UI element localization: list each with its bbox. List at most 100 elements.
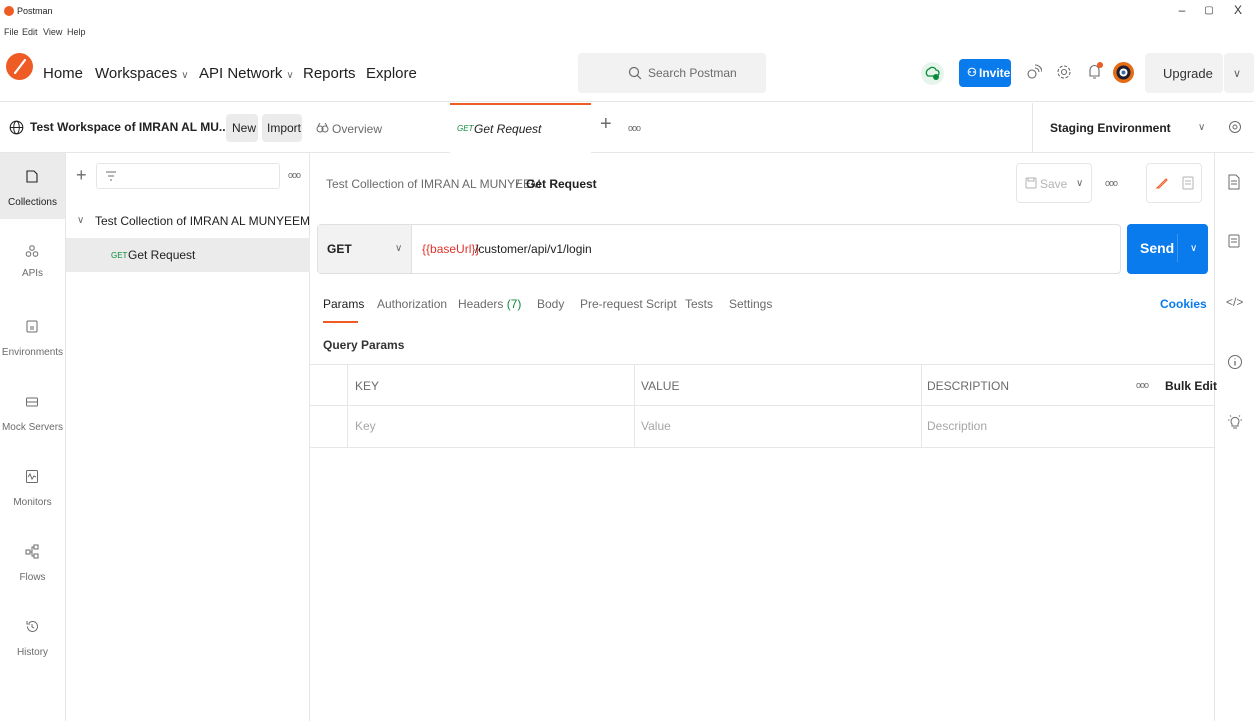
nav-workspaces[interactable]: Workspaces ∨: [95, 65, 189, 82]
breadcrumb: Test Collection of IMRAN AL MUNYEEM / Ge…: [310, 153, 1214, 214]
environment-quick-look-icon[interactable]: [1228, 120, 1242, 134]
tab-authorization[interactable]: Authorization: [377, 297, 447, 311]
url-variable: {{baseUrl}}: [422, 242, 480, 256]
satellite-icon[interactable]: [1026, 63, 1042, 81]
tab-label: Get Request: [474, 122, 542, 136]
rail-label-apis: APIs: [21, 268, 44, 279]
menu-view[interactable]: View: [43, 27, 62, 37]
info-icon[interactable]: [1227, 354, 1243, 370]
notifications-bell-icon[interactable]: [1086, 61, 1104, 81]
url-input[interactable]: {{baseUrl}} /customer/api/v1/login: [413, 225, 1119, 273]
menu-file[interactable]: File: [4, 27, 19, 37]
request-name: Get Request: [128, 248, 196, 262]
chevron-down-icon: ∨: [1233, 68, 1242, 80]
monitors-icon: [25, 469, 39, 484]
settings-gear-icon[interactable]: [1056, 63, 1072, 81]
value-input[interactable]: Value: [634, 406, 921, 448]
rail-label-flows: Flows: [19, 572, 46, 583]
table-header-key: KEY: [347, 364, 634, 406]
sync-status-icon[interactable]: [921, 62, 944, 85]
lightbulb-icon[interactable]: [1227, 414, 1243, 431]
nav-workspaces-label: Workspaces: [95, 65, 178, 82]
column-options-icon[interactable]: ooo: [1136, 380, 1149, 390]
more-options-icon[interactable]: ooo: [288, 170, 301, 180]
breadcrumb-request[interactable]: Get Request: [526, 177, 597, 191]
tab-pre-request-script[interactable]: Pre-request Script: [580, 297, 677, 311]
active-tab-indicator: [323, 321, 358, 323]
apis-icon: [25, 244, 39, 259]
table-header-value: VALUE: [634, 364, 921, 406]
upgrade-button[interactable]: Upgrade: [1145, 53, 1223, 93]
request-options-icon[interactable]: ooo: [1105, 178, 1118, 188]
code-icon[interactable]: </>: [1226, 295, 1243, 309]
flows-icon: [25, 544, 39, 559]
tab-settings[interactable]: Settings: [729, 297, 772, 311]
workspace-name[interactable]: Test Workspace of IMRAN AL MU...: [30, 120, 229, 134]
request-item[interactable]: GET Get Request: [66, 238, 310, 272]
search-placeholder: Search Postman: [648, 66, 737, 80]
documentation-icon[interactable]: [1228, 174, 1240, 190]
postman-logo-icon[interactable]: [6, 53, 33, 80]
upgrade-menu-button[interactable]: ∨: [1224, 53, 1254, 93]
send-button[interactable]: Send ∨: [1127, 224, 1208, 274]
nav-api-network[interactable]: API Network ∨: [199, 65, 294, 82]
column-key: KEY: [355, 379, 380, 393]
search-input[interactable]: Search Postman: [578, 53, 766, 93]
rail-item-history[interactable]: History: [0, 603, 65, 669]
tab-get-request[interactable]: GET Get Request: [450, 103, 591, 153]
close-button[interactable]: X: [1228, 3, 1248, 17]
tab-params[interactable]: Params: [323, 297, 364, 311]
environment-select[interactable]: Staging Environment ∨: [1032, 103, 1214, 153]
comments-icon[interactable]: [1228, 234, 1240, 248]
minimize-button[interactable]: –: [1172, 3, 1192, 17]
tab-options-icon[interactable]: ooo: [628, 123, 641, 133]
save-button[interactable]: Save ∨: [1016, 163, 1092, 203]
description-input[interactable]: Description: [921, 406, 1214, 448]
new-tab-button[interactable]: +: [600, 113, 612, 136]
invite-button[interactable]: ⚇ Invite: [959, 59, 1011, 87]
rail-label-mock-servers: Mock Servers: [1, 422, 64, 433]
app-title: Postman: [17, 6, 53, 16]
rail-item-collections[interactable]: Collections: [0, 153, 65, 219]
view-mode-toggle: [1146, 163, 1202, 203]
avatar[interactable]: [1113, 62, 1134, 83]
key-placeholder: Key: [355, 419, 376, 433]
environments-icon: [25, 319, 39, 334]
send-label: Send: [1140, 240, 1175, 256]
rail-item-apis[interactable]: APIs: [0, 228, 65, 294]
new-label: New: [232, 121, 257, 135]
chevron-down-icon[interactable]: ∨: [1190, 243, 1197, 254]
table-header-description: DESCRIPTION ooo Bulk Edit: [921, 364, 1217, 406]
cookies-link[interactable]: Cookies: [1160, 297, 1207, 311]
chevron-down-icon: ∨: [1076, 178, 1084, 189]
rail-item-flows[interactable]: Flows: [0, 528, 65, 594]
chevron-down-icon: ∨: [286, 70, 294, 81]
menu-edit[interactable]: Edit: [22, 27, 38, 37]
rail-item-environments[interactable]: Environments: [0, 303, 65, 369]
nav-home[interactable]: Home: [43, 65, 83, 82]
tab-headers[interactable]: Headers (7): [458, 297, 521, 311]
method-select[interactable]: GET ∨: [318, 225, 412, 273]
nav-reports[interactable]: Reports: [303, 65, 356, 82]
menu-help[interactable]: Help: [67, 27, 86, 37]
collections-filter-input[interactable]: [96, 163, 280, 189]
new-button[interactable]: New: [226, 114, 258, 142]
add-collection-button[interactable]: +: [76, 165, 87, 186]
invite-label: Invite: [979, 66, 1011, 80]
method-badge: GET: [111, 251, 128, 260]
key-input[interactable]: Key: [347, 406, 634, 448]
right-rail: </>: [1214, 153, 1254, 721]
upgrade-label: Upgrade: [1163, 66, 1213, 81]
build-mode-button[interactable]: [1147, 164, 1175, 202]
collection-item[interactable]: ∨ Test Collection of IMRAN AL MUNYEEM: [66, 209, 310, 235]
tab-body[interactable]: Body: [537, 297, 564, 311]
tab-tests[interactable]: Tests: [685, 297, 713, 311]
breadcrumb-collection[interactable]: Test Collection of IMRAN AL MUNYEEM: [326, 177, 541, 191]
nav-explore[interactable]: Explore: [366, 65, 417, 82]
rail-item-monitors[interactable]: Monitors: [0, 453, 65, 519]
rail-item-mock-servers[interactable]: Mock Servers: [0, 378, 65, 444]
bulk-edit-button[interactable]: Bulk Edit: [1165, 379, 1217, 393]
import-button[interactable]: Import: [262, 114, 302, 142]
documentation-mode-button[interactable]: [1175, 164, 1202, 202]
restore-button[interactable]: ▢: [1199, 5, 1219, 16]
